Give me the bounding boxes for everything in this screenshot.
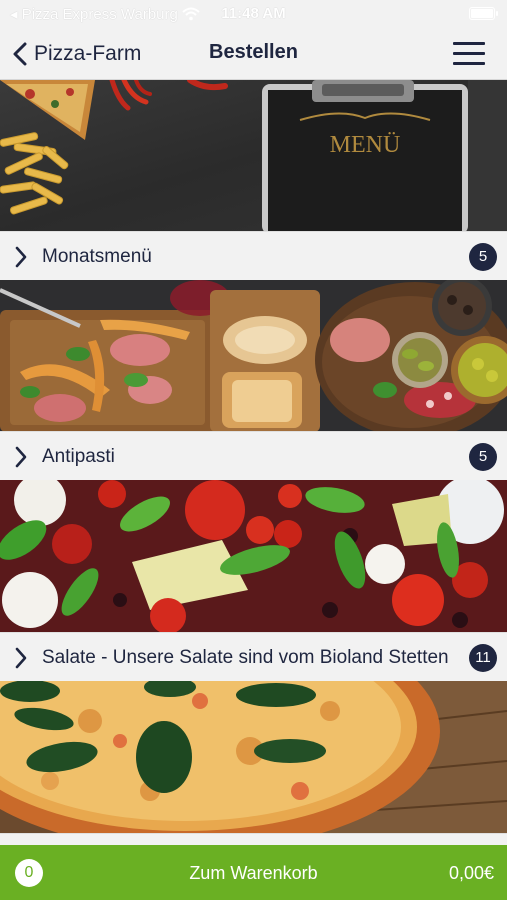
back-label: Pizza-Farm <box>34 42 142 65</box>
back-button[interactable]: Pizza-Farm <box>12 38 141 70</box>
menu-board-pasta-image[interactable]: MENÜ <box>0 80 507 232</box>
category-row-salate[interactable]: Salate - Unsere Salate sind vom Bioland … <box>0 632 507 682</box>
cart-count-badge: 0 <box>15 859 43 887</box>
chevron-right-icon <box>15 246 27 268</box>
category-label: Antipasti <box>42 446 115 467</box>
battery-icon <box>469 7 498 20</box>
menu-board-illustration: MENÜ <box>0 80 507 232</box>
item-count-badge: 5 <box>469 443 497 471</box>
category-row-monatsmenu[interactable]: Monatsmenü 5 <box>0 231 507 281</box>
navigation-bar: Pizza-Farm Bestellen <box>0 28 507 80</box>
hamburger-menu-icon[interactable] <box>453 40 485 66</box>
menu-board-text: MENÜ <box>330 132 401 158</box>
item-count-badge: 11 <box>469 644 497 672</box>
salad-illustration <box>0 480 507 632</box>
chevron-right-icon <box>15 446 27 468</box>
pizza-illustration <box>0 681 507 833</box>
antipasti-illustration <box>0 280 507 432</box>
salad-image[interactable] <box>0 480 507 632</box>
item-count-badge: 5 <box>469 243 497 271</box>
chevron-right-icon <box>15 647 27 669</box>
status-bar: ◂ Pizza Express Warburg 11:48 AM <box>0 0 507 28</box>
cart-total: 0,00€ <box>448 863 494 883</box>
cart-button[interactable]: 0 Zum Warenkorb 0,00€ <box>0 845 507 900</box>
cart-label: Zum Warenkorb <box>189 863 318 883</box>
category-row-antipasti[interactable]: Antipasti 5 <box>0 431 507 481</box>
antipasti-platter-image[interactable] <box>0 280 507 432</box>
category-label: Monatsmenü <box>42 246 152 267</box>
chevron-left-icon <box>13 42 27 66</box>
status-time: 11:48 AM <box>221 5 286 22</box>
category-label: Salate - Unsere Salate sind vom Bioland … <box>42 647 449 668</box>
pizza-image[interactable] <box>0 681 507 833</box>
